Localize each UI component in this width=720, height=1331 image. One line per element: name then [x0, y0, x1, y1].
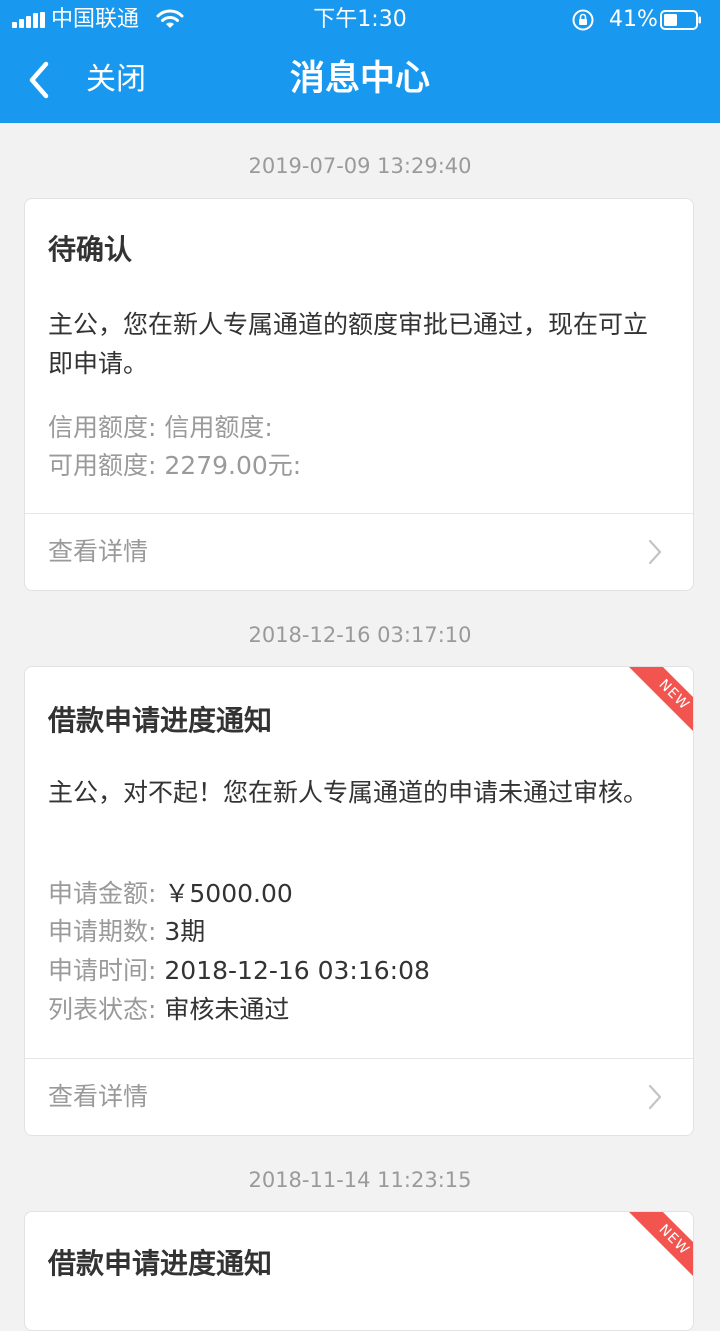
detail-row: 申请时间: 2018-12-16 03:16:08 — [48, 952, 430, 990]
chevron-left-icon[interactable] — [24, 58, 54, 102]
new-badge-label: NEW — [626, 1212, 693, 1282]
message-body: 主公，您在新人专属通道的额度审批已通过，现在可立即申请。 — [48, 310, 649, 378]
message-title: 待确认 — [48, 233, 133, 266]
message-body: 主公，对不起！您在新人专属通道的申请未通过审核。 — [48, 778, 649, 807]
view-details-button[interactable]: 查看详情 — [25, 514, 693, 590]
detail-label: 信用额度: — [48, 413, 157, 442]
detail-row: 申请金额: ￥5000.00 — [48, 875, 293, 913]
detail-value: ￥5000.00 — [164, 879, 293, 908]
detail-row: 信用额度: 信用额度: — [48, 409, 273, 447]
status-bar: 中国联通 下午1:30 41% — [0, 0, 720, 40]
close-button[interactable]: 关闭 — [86, 58, 146, 102]
message-timestamp: 2018-11-14 11:23:15 — [248, 1168, 472, 1192]
detail-label: 列表状态: — [48, 995, 157, 1024]
detail-label: 申请期数: — [48, 917, 157, 946]
detail-label: 可用额度: — [48, 451, 157, 480]
chevron-right-icon — [648, 539, 662, 565]
new-badge: NEW — [623, 1212, 693, 1282]
detail-value: 2279.00元: — [164, 451, 302, 480]
nav-bar: 关闭 消息中心 — [0, 40, 720, 123]
orientation-lock-icon — [572, 9, 594, 31]
detail-value: 信用额度: — [164, 413, 273, 442]
message-timestamp: 2018-12-16 03:17:10 — [248, 623, 472, 647]
message-card: NEW 借款申请进度通知 主公，对不起！您在新人专属通道的申请未通过审核。 申请… — [24, 666, 694, 1136]
battery-percent: 41% — [609, 7, 658, 32]
view-details-label: 查看详情 — [48, 1082, 149, 1111]
detail-label: 申请金额: — [48, 879, 157, 908]
detail-row: 申请期数: 3期 — [48, 913, 205, 951]
detail-row: 可用额度: 2279.00元: — [48, 447, 301, 485]
detail-row: 列表状态: 审核未通过 — [48, 991, 289, 1029]
detail-value: 2018-12-16 03:16:08 — [164, 956, 430, 985]
message-timestamp: 2019-07-09 13:29:40 — [248, 154, 472, 178]
message-title: 借款申请进度通知 — [48, 704, 273, 737]
header-bar: 中国联通 下午1:30 41% 关闭 消息中心 — [0, 0, 720, 123]
message-card: 待确认 主公，您在新人专属通道的额度审批已通过，现在可立即申请。 信用额度: 信… — [24, 198, 694, 591]
new-badge-label: NEW — [626, 667, 693, 737]
new-badge: NEW — [623, 667, 693, 737]
view-details-label: 查看详情 — [48, 537, 149, 566]
message-card: NEW 借款申请进度通知 — [24, 1211, 694, 1331]
detail-value: 3期 — [164, 917, 206, 946]
chevron-right-icon — [648, 1084, 662, 1110]
battery-icon — [660, 10, 701, 30]
view-details-button[interactable]: 查看详情 — [25, 1059, 693, 1135]
detail-value: 审核未通过 — [164, 995, 290, 1024]
message-title: 借款申请进度通知 — [48, 1247, 273, 1280]
detail-label: 申请时间: — [48, 956, 157, 985]
